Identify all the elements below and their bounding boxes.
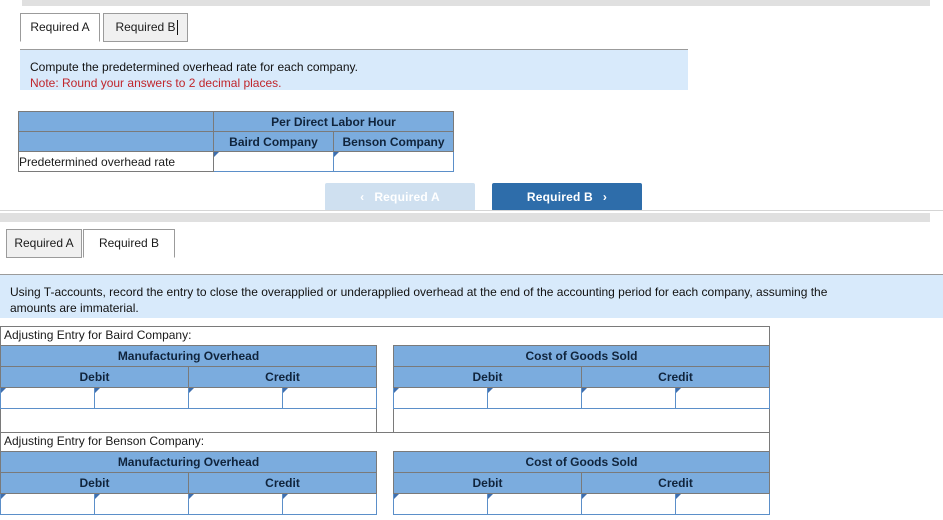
input-mo-baird-debit-2[interactable] [94,387,189,409]
column-header-debit-cogs-benson: Debit [393,472,582,494]
input-baird-overhead-rate[interactable] [213,151,334,172]
tab-required-b[interactable]: Required B [103,13,188,42]
question-box-b: Using T-accounts, record the entry to cl… [0,274,943,318]
adjusting-entry-benson: Adjusting Entry for Benson Company: Manu… [0,432,770,515]
account-name-mfg-overhead-benson: Manufacturing Overhead [0,451,377,473]
panel-divider [0,210,943,211]
corner-cell [18,111,214,132]
account-name-row: Manufacturing Overhead [0,451,377,473]
blank-row-cogs-baird [393,408,770,435]
t-account-gap-benson [377,451,393,515]
t-account-gap-baird [377,345,393,435]
t-account-row-baird: Manufacturing Overhead Debit Credit Cost… [0,345,770,435]
entry-title-baird: Adjusting Entry for Baird Company: [0,326,770,345]
account-name-cogs-baird: Cost of Goods Sold [393,345,770,367]
t-account-cost-of-goods-sold-baird: Cost of Goods Sold Debit Credit [393,345,770,435]
account-name-mfg-overhead-baird: Manufacturing Overhead [0,345,377,367]
account-column-header-row: Debit Credit [393,472,770,494]
column-header-credit-cogs-baird: Credit [581,366,770,388]
account-name-row: Manufacturing Overhead [0,345,377,367]
tabbar-panel-a: Required A Required B [0,6,943,42]
corner-cell-lower [18,131,214,152]
t-account-cost-of-goods-sold-benson: Cost of Goods Sold Debit Credit [393,451,770,515]
t-account-row-benson: Manufacturing Overhead Debit Credit Cost… [0,451,770,515]
input-mo-baird-credit-1[interactable] [188,387,283,409]
tab-required-b-2[interactable]: Required B [83,229,175,258]
input-mo-benson-debit-2[interactable] [94,493,189,515]
input-cogs-baird-credit-2[interactable] [675,387,770,409]
panel-divider-band [0,213,930,222]
table-row: Predetermined overhead rate [18,151,454,172]
table-row [0,493,377,515]
tab-required-a-2[interactable]: Required A [6,229,82,258]
column-header-benson: Benson Company [333,131,454,152]
input-cogs-benson-debit-1[interactable] [393,493,488,515]
column-header-debit-mo-baird: Debit [0,366,189,388]
predetermined-overhead-rate-table: Per Direct Labor Hour Baird Company Bens… [18,111,454,172]
table-row-group-header: Per Direct Labor Hour [18,111,454,132]
tab-required-a[interactable]: Required A [20,13,100,42]
prev-button-label: Required A [374,190,440,204]
input-mo-baird-debit-1[interactable] [0,387,95,409]
table-row-column-headers: Baird Company Benson Company [18,131,454,152]
next-required-b-button[interactable]: Required B › [492,183,642,211]
table-row [0,387,377,409]
question-box-a: Compute the predetermined overhead rate … [20,49,688,90]
column-header-debit-cogs-baird: Debit [393,366,582,388]
table-row-spacer [393,408,770,435]
adjusting-entry-baird: Adjusting Entry for Baird Company: Manuf… [0,326,770,435]
input-cogs-benson-credit-2[interactable] [675,493,770,515]
input-mo-benson-credit-2[interactable] [282,493,377,515]
account-name-row: Cost of Goods Sold [393,451,770,473]
table-row [393,387,770,409]
tabbar-panel-b: Required A Required B [0,222,943,258]
input-cogs-benson-credit-1[interactable] [581,493,676,515]
question-text-a: Compute the predetermined overhead rate … [30,60,358,74]
account-column-header-row: Debit Credit [0,366,377,388]
input-mo-benson-debit-1[interactable] [0,493,95,515]
question-text-b-line1: Using T-accounts, record the entry to cl… [10,285,828,299]
table-row-spacer [0,408,377,435]
t-account-manufacturing-overhead-benson: Manufacturing Overhead Debit Credit [0,451,377,515]
entry-title-benson: Adjusting Entry for Benson Company: [0,432,770,451]
column-header-credit-mo-benson: Credit [188,472,377,494]
next-button-label: Required B [526,190,593,204]
row-label-predetermined-overhead-rate: Predetermined overhead rate [18,151,214,172]
input-mo-baird-credit-2[interactable] [282,387,377,409]
group-header-per-direct-labor-hour: Per Direct Labor Hour [213,111,454,132]
column-header-debit-mo-benson: Debit [0,472,189,494]
input-cogs-benson-debit-2[interactable] [487,493,582,515]
input-benson-overhead-rate[interactable] [333,151,454,172]
question-text-b-line2: amounts are immaterial. [10,301,139,315]
column-header-credit-mo-baird: Credit [188,366,377,388]
prev-required-a-button[interactable]: ‹ Required A [325,183,475,211]
input-mo-benson-credit-1[interactable] [188,493,283,515]
column-header-credit-cogs-benson: Credit [581,472,770,494]
requirement-panel-a: Required A Required B Compute the predet… [0,6,943,211]
t-account-manufacturing-overhead-baird: Manufacturing Overhead Debit Credit [0,345,377,435]
account-column-header-row: Debit Credit [0,472,377,494]
chevron-left-icon: ‹ [360,190,365,204]
input-cogs-baird-debit-1[interactable] [393,387,488,409]
account-name-row: Cost of Goods Sold [393,345,770,367]
column-header-baird: Baird Company [213,131,334,152]
input-cogs-baird-debit-2[interactable] [487,387,582,409]
table-row [393,493,770,515]
blank-row-mo-baird [0,408,377,435]
question-note-a: Note: Round your answers to 2 decimal pl… [30,76,282,90]
input-cogs-baird-credit-1[interactable] [581,387,676,409]
account-name-cogs-benson: Cost of Goods Sold [393,451,770,473]
account-column-header-row: Debit Credit [393,366,770,388]
chevron-right-icon: › [602,190,608,204]
